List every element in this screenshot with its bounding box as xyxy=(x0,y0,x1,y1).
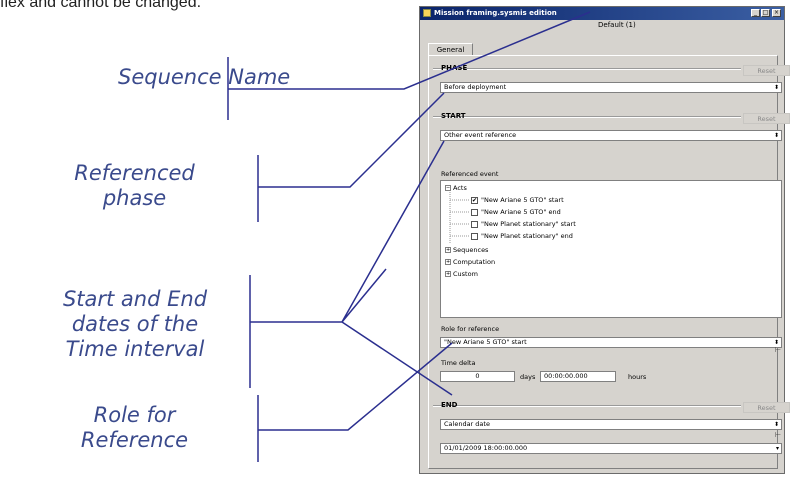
end-dropdown-value: Calendar date xyxy=(444,420,490,428)
end-date-value: 01/01/2009 18:00:00.000 xyxy=(444,444,528,452)
callout-line: Time interval xyxy=(65,337,205,361)
role-dropdown-value: "New Ariane 5 GTO" start xyxy=(444,338,527,346)
end-dropdown[interactable]: Calendar date ⬍ xyxy=(440,419,782,430)
start-dropdown[interactable]: Other event reference ⬍ xyxy=(440,130,782,141)
tree-connector-lines xyxy=(449,192,469,244)
window-titlebar[interactable]: Mission framing.sysmis edition _ □ × xyxy=(420,7,784,20)
phase-separator xyxy=(433,68,741,70)
dropdown-arrow-icon: ⬍ xyxy=(773,132,779,139)
dropdown-arrow-icon: ⬍ xyxy=(773,84,779,91)
end-date-input[interactable]: 01/01/2009 18:00:00.000 ▾ xyxy=(440,443,782,454)
callout-sequence-name-text: Sequence Name xyxy=(118,65,291,89)
bracket-referenced-phase xyxy=(257,92,445,222)
callout-line: phase xyxy=(102,186,167,210)
callout-referenced-phase: Referenced phase xyxy=(62,161,207,211)
start-reset-button[interactable]: Reset xyxy=(743,113,790,124)
window-title: Mission framing.sysmis edition xyxy=(434,9,557,17)
hours-input[interactable]: 00:00:00.000 xyxy=(540,371,616,382)
phase-dropdown[interactable]: Before deployment ⬍ xyxy=(440,82,782,93)
end-reset-button[interactable]: Reset xyxy=(743,402,790,413)
minimize-button[interactable]: _ xyxy=(751,9,760,17)
pin-icon[interactable]: ⊢ xyxy=(775,431,781,439)
callout-role-reference: Role for Reference xyxy=(62,403,207,453)
chevron-down-icon: ▾ xyxy=(775,445,779,452)
role-for-reference-label: Role for reference xyxy=(441,325,500,333)
callout-line: Role for xyxy=(93,403,176,427)
callout-line: Reference xyxy=(80,428,189,452)
callout-sequence-name: Sequence Name xyxy=(118,65,290,90)
start-separator xyxy=(433,116,741,118)
tree-node-computation[interactable]: + Computation xyxy=(445,258,495,266)
tree-node-label: Custom xyxy=(453,270,478,278)
close-button[interactable]: × xyxy=(772,9,781,17)
pin-icon[interactable]: ⊢ xyxy=(775,346,781,354)
end-separator xyxy=(433,405,741,407)
end-label: END xyxy=(441,401,458,409)
callout-line: dates of the xyxy=(71,312,199,336)
role-dropdown[interactable]: "New Ariane 5 GTO" start ⬍ xyxy=(440,337,782,348)
start-label: START xyxy=(441,112,466,120)
expand-icon[interactable]: + xyxy=(445,271,451,277)
tree-node-custom[interactable]: + Custom xyxy=(445,270,478,278)
phase-dropdown-value: Before deployment xyxy=(444,83,507,91)
callout-line: Start and End xyxy=(62,287,208,311)
days-input[interactable]: 0 xyxy=(440,371,515,382)
expand-icon[interactable]: + xyxy=(445,259,451,265)
phase-label: PHASE xyxy=(441,64,468,72)
maximize-button[interactable]: □ xyxy=(761,9,770,17)
callout-line: Referenced xyxy=(74,161,195,185)
referenced-event-tree[interactable]: − Acts ✔ "New Ariane 5 GTO" start "New Ari… xyxy=(440,180,782,318)
days-label: days xyxy=(520,373,536,381)
sequence-name: Default (1) xyxy=(598,21,636,29)
time-delta-label: Time delta xyxy=(441,359,476,367)
callout-start-end-dates: Start and End dates of the Time interval xyxy=(40,287,230,362)
dropdown-arrow-icon: ⬍ xyxy=(773,421,779,428)
referenced-event-label: Referenced event xyxy=(441,170,499,178)
hours-label: hours xyxy=(628,373,647,381)
phase-reset-button[interactable]: Reset xyxy=(743,65,790,76)
top-caption: flex and cannot be changed. xyxy=(0,0,202,11)
start-dropdown-value: Other event reference xyxy=(444,131,517,139)
app-icon xyxy=(423,9,431,17)
tree-node-label: Computation xyxy=(453,258,496,266)
